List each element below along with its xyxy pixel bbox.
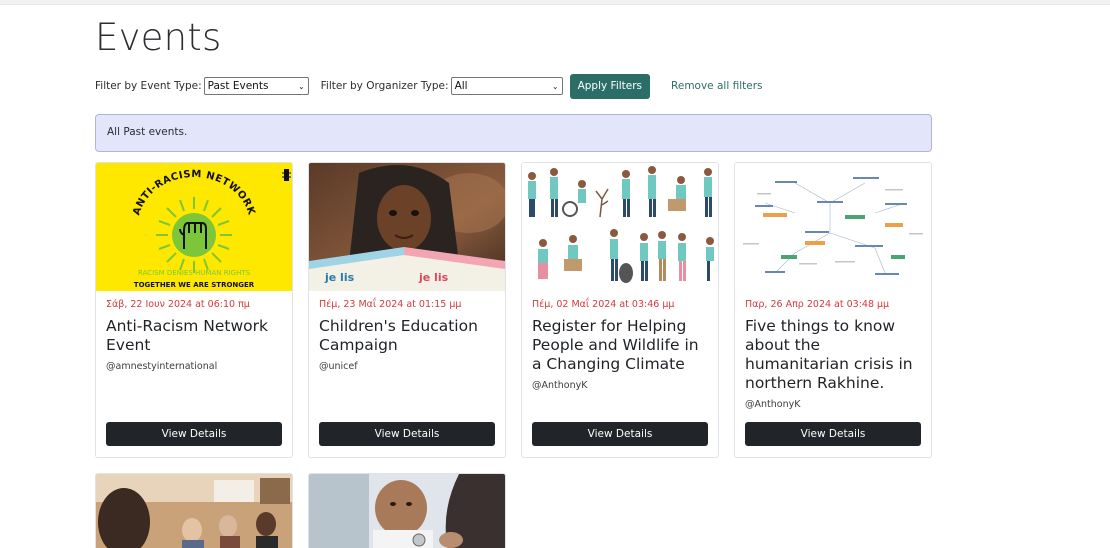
svg-text:je lis: je lis — [418, 271, 449, 284]
remove-filters-link[interactable]: Remove all filters — [671, 80, 762, 92]
event-image[interactable]: ANTI-RACISM NETWORK RACISM DENIES HUMAN … — [96, 163, 292, 291]
event-organizer[interactable]: @AnthonyK — [532, 380, 587, 391]
event-card — [308, 473, 506, 548]
event-organizer[interactable]: @amnestyinternational — [106, 361, 217, 372]
child-reading-photo: je lis je lis — [309, 163, 505, 291]
event-title[interactable]: Anti-Racism Network Event — [106, 317, 286, 355]
event-title[interactable]: Five things to know about the humanitari… — [745, 317, 925, 393]
page-title: Events — [95, 16, 222, 59]
svg-text:je lis: je lis — [324, 271, 355, 284]
event-date: Σάβ, 22 Ιουν 2024 at 06:10 πμ — [106, 299, 250, 310]
event-card: Πέμ, 02 Μαΐ 2024 at 03:46 μμ Register fo… — [521, 162, 719, 458]
event-card: je lis je lis Πέμ, 23 Μαΐ 2024 at 01:15 … — [308, 162, 506, 458]
event-date: Πέμ, 23 Μαΐ 2024 at 01:15 μμ — [319, 299, 462, 310]
classroom-photo — [96, 474, 292, 548]
event-title[interactable]: Children's Education Campaign — [319, 317, 499, 355]
event-image[interactable] — [735, 163, 931, 291]
event-type-label: Filter by Event Type: — [95, 80, 202, 92]
event-image[interactable] — [309, 474, 505, 548]
organizer-type-select[interactable]: All ⌄ — [450, 77, 563, 95]
event-title[interactable]: Register for Helping People and Wildlife… — [532, 317, 712, 374]
events-alert: All Past events. — [95, 114, 932, 152]
event-date: Παρ, 26 Απρ 2024 at 03:48 μμ — [745, 299, 890, 310]
mindmap-diagram — [735, 163, 931, 291]
event-date: Πέμ, 02 Μαΐ 2024 at 03:46 μμ — [532, 299, 675, 310]
event-type-value: Past Events — [207, 80, 269, 92]
volunteers-illustration — [522, 163, 718, 291]
view-details-button[interactable]: View Details — [532, 422, 708, 446]
event-image[interactable] — [96, 474, 292, 548]
event-organizer[interactable]: @unicef — [319, 361, 358, 372]
event-organizer[interactable]: @AnthonyK — [745, 399, 800, 410]
top-bar — [0, 0, 1110, 5]
event-image[interactable]: je lis je lis — [309, 163, 505, 291]
event-card — [95, 473, 293, 548]
event-card: Παρ, 26 Απρ 2024 at 03:48 μμ Five things… — [734, 162, 932, 458]
filter-bar: Filter by Event Type: Past Events ⌄ Filt… — [95, 73, 762, 99]
anti-racism-poster: ANTI-RACISM NETWORK RACISM DENIES HUMAN … — [96, 163, 292, 291]
baby-checkup-photo — [309, 474, 505, 548]
organizer-type-label: Filter by Organizer Type: — [320, 80, 449, 92]
organizer-type-value: All — [454, 80, 468, 92]
chevron-down-icon: ⌄ — [551, 81, 559, 91]
event-type-select[interactable]: Past Events ⌄ — [203, 77, 309, 95]
poster-line-2: TOGETHER WE ARE STRONGER — [134, 281, 255, 289]
view-details-button[interactable]: View Details — [319, 422, 495, 446]
poster-line-1: RACISM DENIES HUMAN RIGHTS — [138, 269, 251, 277]
view-details-button[interactable]: View Details — [745, 422, 921, 446]
event-card: ANTI-RACISM NETWORK RACISM DENIES HUMAN … — [95, 162, 293, 458]
chevron-down-icon: ⌄ — [297, 81, 305, 91]
apply-filters-button[interactable]: Apply Filters — [569, 73, 651, 99]
view-details-button[interactable]: View Details — [106, 422, 282, 446]
event-image[interactable] — [522, 163, 718, 291]
